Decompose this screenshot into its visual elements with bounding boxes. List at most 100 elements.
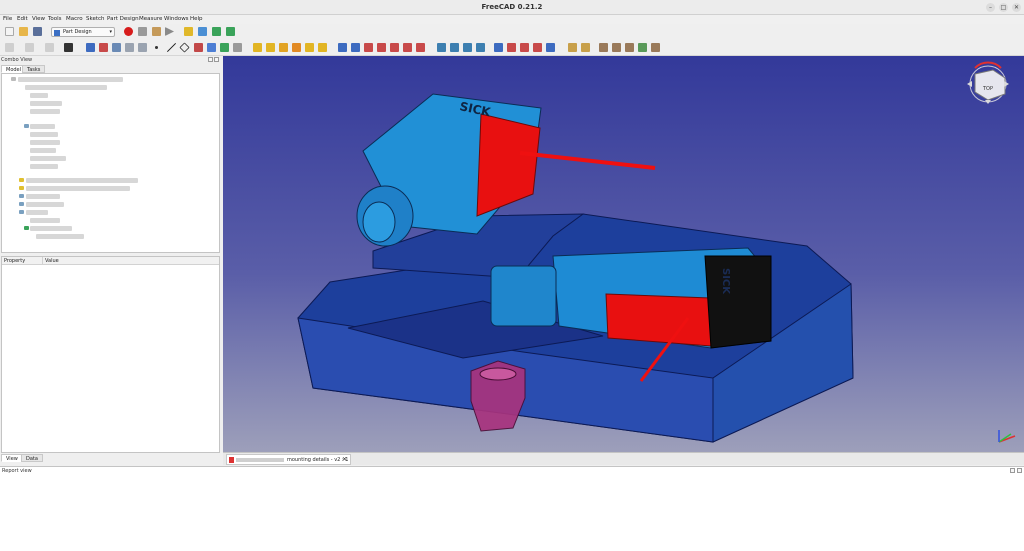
- 3d-viewport[interactable]: SICK SICK TOP: [223, 56, 1024, 452]
- 3d-scene[interactable]: SICK SICK TOP: [223, 56, 1024, 452]
- tab-view[interactable]: View: [1, 454, 23, 462]
- multi-transform-icon[interactable]: [476, 43, 485, 52]
- close-tab-icon[interactable]: ✕: [342, 455, 347, 464]
- tree-item[interactable]: [30, 148, 56, 153]
- close-panel-icon[interactable]: [214, 57, 219, 62]
- tree-item[interactable]: [18, 77, 123, 82]
- tree-item[interactable]: [30, 156, 66, 161]
- tree-item[interactable]: [36, 234, 84, 239]
- isometric-view-icon[interactable]: [125, 43, 134, 52]
- menu-measure[interactable]: Measure: [139, 16, 162, 22]
- menu-file[interactable]: File: [3, 16, 12, 22]
- plane-icon[interactable]: [179, 42, 190, 53]
- front-view-icon[interactable]: [138, 43, 147, 52]
- pocket-icon[interactable]: [338, 43, 347, 52]
- tree-item[interactable]: [26, 194, 60, 199]
- document-tab[interactable]: mounting details - v2 : 1 ✕: [226, 454, 351, 465]
- point-icon[interactable]: [155, 46, 158, 49]
- measure-toggle-delta-icon[interactable]: [651, 43, 660, 52]
- line-icon[interactable]: [167, 43, 176, 52]
- local-cs-icon[interactable]: [194, 43, 203, 52]
- measure-toggle-icon[interactable]: [625, 43, 634, 52]
- groove-icon[interactable]: [364, 43, 373, 52]
- additive-pipe-icon[interactable]: [292, 43, 301, 52]
- draw-style-icon[interactable]: [112, 43, 121, 52]
- stop-macro-icon[interactable]: [138, 27, 147, 36]
- additive-loft-icon[interactable]: [279, 43, 288, 52]
- link-actions-icon[interactable]: [226, 27, 235, 36]
- menu-view[interactable]: View: [32, 16, 45, 22]
- float-panel-icon[interactable]: [208, 57, 213, 62]
- tree-item[interactable]: [26, 202, 64, 207]
- tree-item[interactable]: [30, 109, 60, 114]
- macros-icon[interactable]: [152, 27, 161, 36]
- tree-item[interactable]: [30, 124, 55, 129]
- float-panel-icon[interactable]: [1010, 468, 1015, 473]
- part-icon[interactable]: [184, 27, 193, 36]
- menu-macro[interactable]: Macro: [66, 16, 83, 22]
- tree-item[interactable]: [25, 85, 107, 90]
- arrow-left-icon[interactable]: [967, 81, 972, 87]
- revolution-icon[interactable]: [266, 43, 275, 52]
- whats-this-icon[interactable]: [64, 43, 73, 52]
- measure-clear-icon[interactable]: [612, 43, 621, 52]
- menu-windows[interactable]: Windows: [164, 16, 189, 22]
- link-icon[interactable]: [212, 27, 221, 36]
- open-document-icon[interactable]: [19, 27, 28, 36]
- close-panel-icon[interactable]: [1017, 468, 1022, 473]
- measure-angular-icon[interactable]: [581, 43, 590, 52]
- tree-item[interactable]: [30, 226, 72, 231]
- clone-icon[interactable]: [233, 43, 242, 52]
- menu-help[interactable]: Help: [190, 16, 203, 22]
- tree-item[interactable]: [30, 132, 58, 137]
- menu-edit[interactable]: Edit: [17, 16, 28, 22]
- additive-helix-icon[interactable]: [305, 43, 314, 52]
- fit-selection-icon[interactable]: [99, 43, 108, 52]
- subtractive-loft-icon[interactable]: [377, 43, 386, 52]
- value-column-header[interactable]: Value: [42, 257, 219, 265]
- measure-toggle-3d-icon[interactable]: [638, 43, 647, 52]
- property-editor[interactable]: Property Value: [1, 256, 220, 453]
- group-icon[interactable]: [198, 27, 207, 36]
- property-column-header[interactable]: Property: [2, 257, 42, 265]
- draft-icon[interactable]: [520, 43, 529, 52]
- pad-icon[interactable]: [253, 43, 262, 52]
- tree-item[interactable]: [30, 140, 60, 145]
- refresh-icon[interactable]: [45, 43, 54, 52]
- thickness-icon[interactable]: [533, 43, 542, 52]
- subtractive-pipe-icon[interactable]: [390, 43, 399, 52]
- minimize-button[interactable]: –: [986, 3, 995, 12]
- tree-item[interactable]: [30, 218, 60, 223]
- sub-shape-binder-icon[interactable]: [220, 43, 229, 52]
- measure-linear-icon[interactable]: [568, 43, 577, 52]
- tab-tasks[interactable]: Tasks: [22, 65, 46, 73]
- close-button[interactable]: ✕: [1012, 3, 1021, 12]
- tree-item[interactable]: [26, 178, 138, 183]
- subtractive-helix-icon[interactable]: [403, 43, 412, 52]
- tree-item[interactable]: [26, 186, 130, 191]
- execute-macro-icon[interactable]: [165, 27, 174, 36]
- menu-sketch[interactable]: Sketch: [86, 16, 105, 22]
- lower-sensor-connector[interactable]: [490, 265, 557, 327]
- measure-refresh-icon[interactable]: [599, 43, 608, 52]
- additive-primitive-icon[interactable]: [318, 43, 327, 52]
- hole-icon[interactable]: [351, 43, 360, 52]
- mirrored-icon[interactable]: [437, 43, 446, 52]
- tab-data[interactable]: Data: [21, 454, 43, 462]
- tree-item[interactable]: [30, 93, 48, 98]
- navigation-cube[interactable]: [974, 69, 1006, 101]
- model-tree[interactable]: [1, 73, 220, 253]
- arrow-right-icon[interactable]: [1004, 81, 1009, 87]
- menu-part-design[interactable]: Part Design: [107, 16, 139, 22]
- tree-item[interactable]: [30, 164, 58, 169]
- maximize-button[interactable]: □: [999, 3, 1008, 12]
- tree-item[interactable]: [26, 210, 48, 215]
- shape-binder-icon[interactable]: [207, 43, 216, 52]
- redo-icon[interactable]: [25, 43, 34, 52]
- fillet-icon[interactable]: [494, 43, 503, 52]
- boolean-icon[interactable]: [546, 43, 555, 52]
- rotate-arrow-icon[interactable]: [974, 61, 1002, 69]
- record-macro-icon[interactable]: [124, 27, 133, 36]
- undo-icon[interactable]: [5, 43, 14, 52]
- tree-item[interactable]: [30, 101, 62, 106]
